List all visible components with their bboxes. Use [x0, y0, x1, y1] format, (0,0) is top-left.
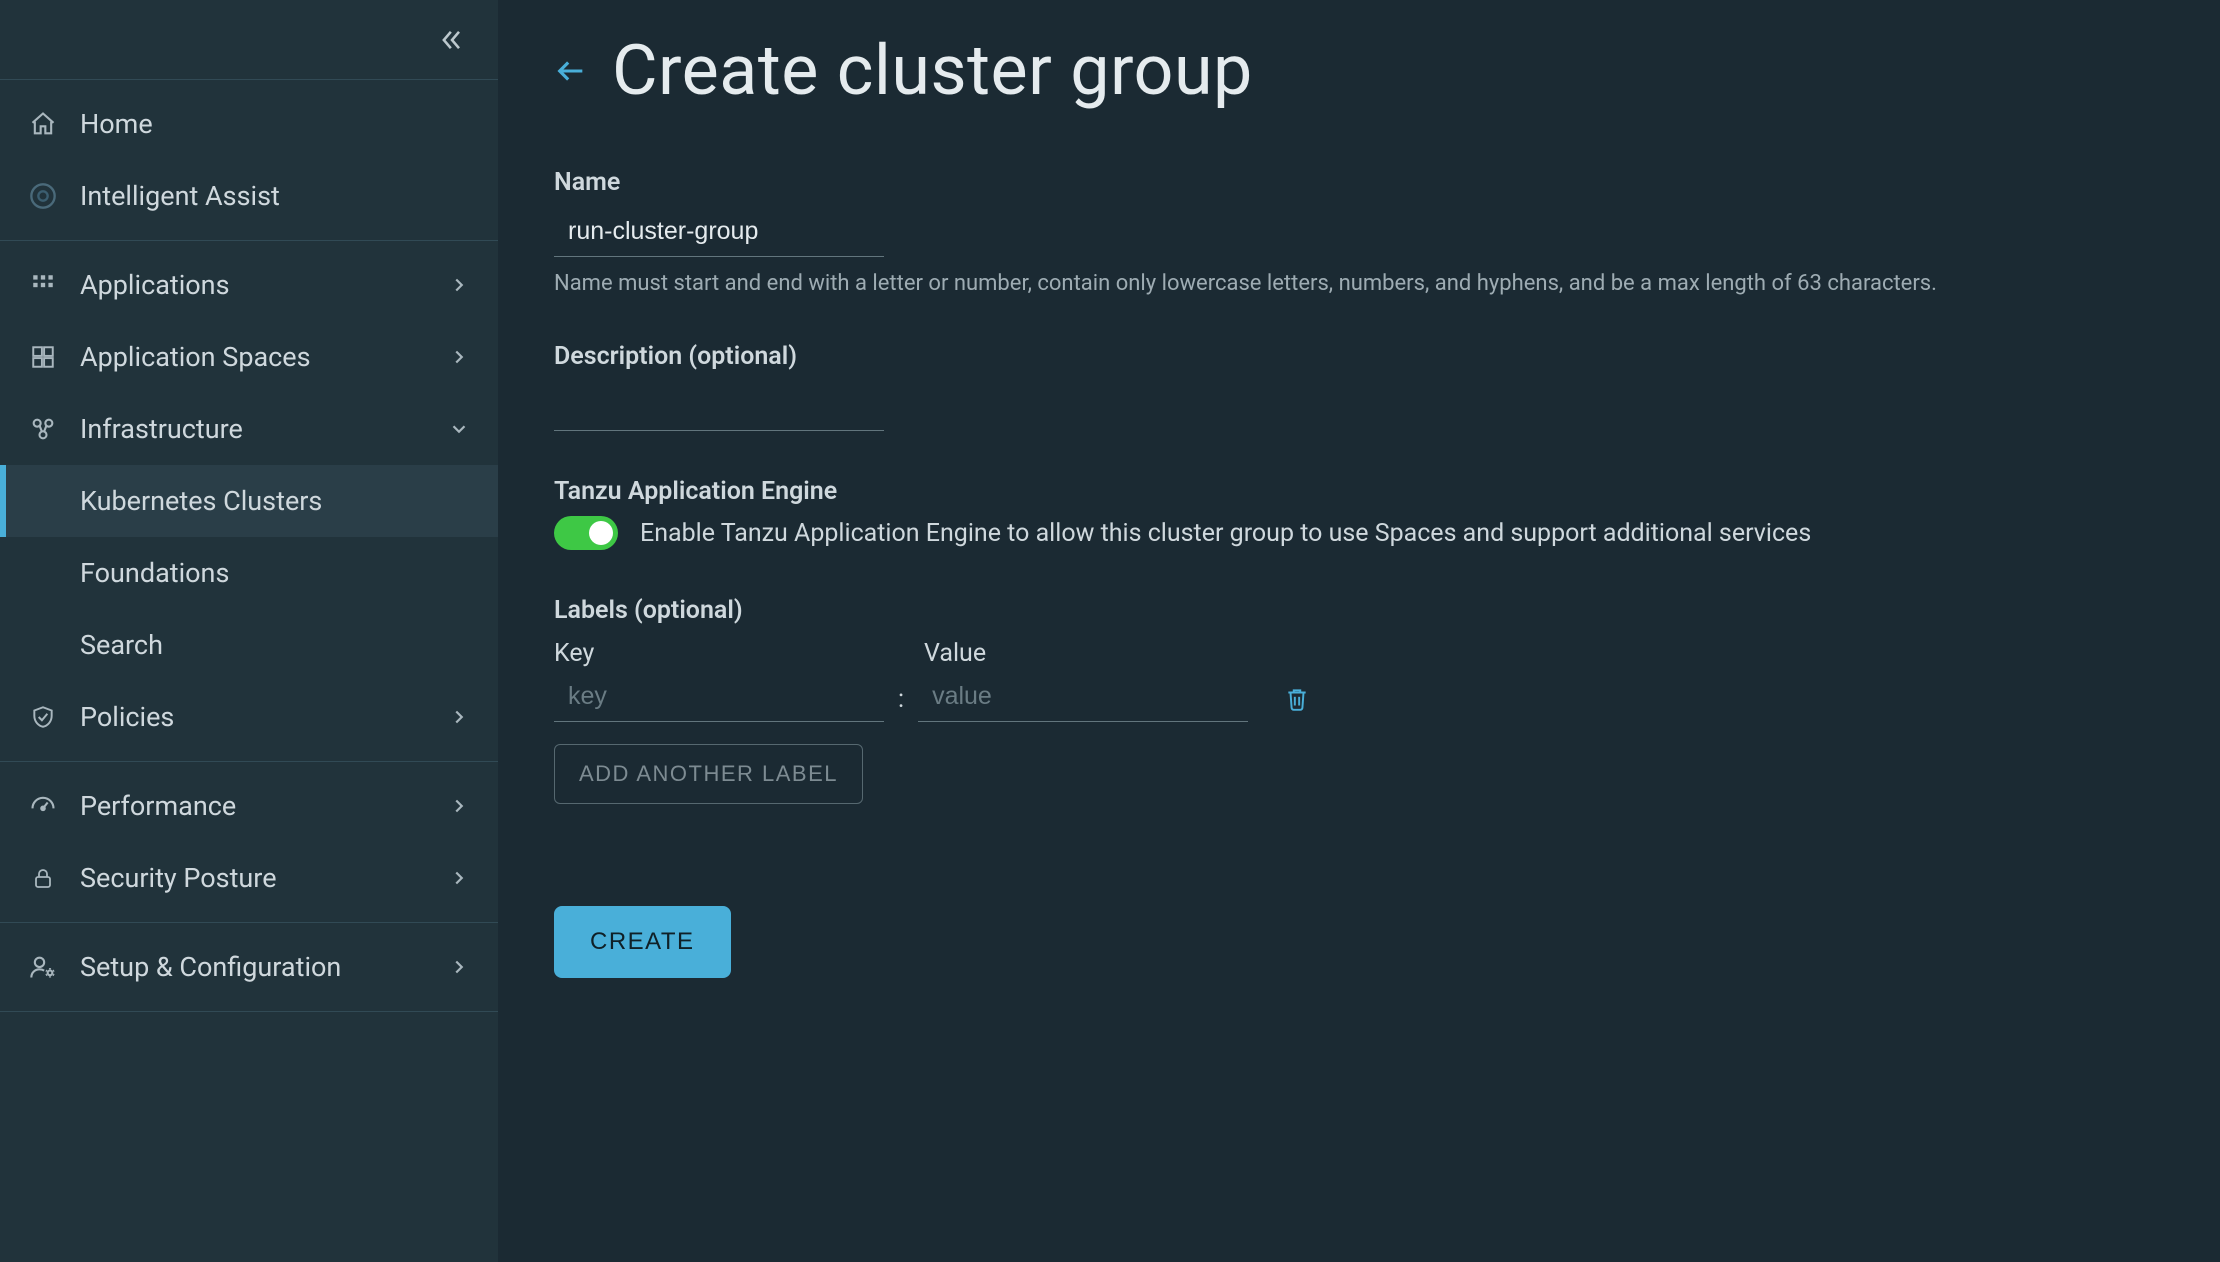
sidebar-item-label: Security Posture	[80, 862, 448, 894]
sidebar-item-policies[interactable]: Policies	[0, 681, 498, 753]
name-helper-text: Name must start and end with a letter or…	[554, 271, 2164, 296]
name-input[interactable]	[554, 207, 884, 257]
label-value-input[interactable]	[918, 672, 1248, 722]
home-icon	[28, 109, 58, 139]
sidebar-item-infra[interactable]: Infrastructure	[0, 393, 498, 465]
lock-icon	[28, 863, 58, 893]
sidebar-item-appspaces[interactable]: Application Spaces	[0, 321, 498, 393]
sidebar-item-home[interactable]: Home	[0, 88, 498, 160]
shield-icon	[28, 702, 58, 732]
sidebar-item-label: Applications	[80, 269, 448, 301]
sidebar-item-label: Policies	[80, 701, 448, 733]
delete-label-button[interactable]	[1280, 682, 1314, 716]
label-key-input[interactable]	[554, 672, 884, 722]
chevron-right-icon	[448, 274, 470, 296]
sidebar-item-label: Performance	[80, 790, 448, 822]
tae-toggle[interactable]	[554, 516, 618, 550]
sidebar-item-sec[interactable]: Security Posture	[0, 842, 498, 914]
back-arrow-icon[interactable]	[554, 54, 588, 88]
assist-icon	[28, 181, 58, 211]
chevron-right-icon	[448, 956, 470, 978]
description-field-group: Description (optional)	[554, 342, 2164, 431]
sidebar-item-label: Application Spaces	[80, 341, 448, 373]
tae-description-text: Enable Tanzu Application Engine to allow…	[640, 519, 1811, 548]
main-content: Create cluster group Name Name must star…	[498, 0, 2220, 1262]
chevron-right-icon	[448, 795, 470, 817]
sidebar: Home Intelligent Assist Applications Applic…	[0, 0, 498, 1262]
sidebar-item-setup[interactable]: Setup & Configuration	[0, 931, 498, 1003]
description-input[interactable]	[554, 381, 884, 431]
sidebar-item-label: Setup & Configuration	[80, 951, 448, 983]
create-button[interactable]: CREATE	[554, 906, 731, 978]
trash-icon	[1284, 686, 1310, 712]
tae-group: Tanzu Application Engine Enable Tanzu Ap…	[554, 477, 2164, 550]
chevron-down-icon	[448, 418, 470, 440]
sidebar-subitem-search[interactable]: Search	[0, 609, 498, 681]
sidebar-item-apps[interactable]: Applications	[0, 249, 498, 321]
sidebar-top	[0, 0, 498, 80]
sidebar-subitem-foundations[interactable]: Foundations	[0, 537, 498, 609]
sidebar-item-label: Intelligent Assist	[80, 180, 470, 212]
key-column-header: Key	[554, 639, 884, 668]
sidebar-item-assist[interactable]: Intelligent Assist	[0, 160, 498, 232]
sidebar-item-label: Infrastructure	[80, 413, 448, 445]
sidebar-subitem-k8s[interactable]: Kubernetes Clusters	[0, 465, 498, 537]
add-another-label-button[interactable]: ADD ANOTHER LABEL	[554, 744, 863, 804]
gauge-icon	[28, 791, 58, 821]
usercog-icon	[28, 952, 58, 982]
sidebar-item-perf[interactable]: Performance	[0, 770, 498, 842]
labels-heading: Labels (optional)	[554, 596, 2164, 625]
grid-icon	[28, 270, 58, 300]
collapse-sidebar-icon[interactable]	[438, 26, 466, 54]
page-title: Create cluster group	[612, 30, 1253, 112]
sidebar-item-label: Home	[80, 108, 470, 140]
label-row: :	[554, 672, 2164, 722]
labels-group: Labels (optional) Key Value :	[554, 596, 2164, 804]
kv-separator: :	[894, 685, 908, 722]
chevron-right-icon	[448, 706, 470, 728]
grid2-icon	[28, 342, 58, 372]
page-header: Create cluster group	[554, 30, 2164, 112]
tae-heading: Tanzu Application Engine	[554, 477, 2164, 506]
description-label: Description (optional)	[554, 342, 2164, 371]
value-column-header: Value	[924, 639, 1254, 668]
name-field-group: Name Name must start and end with a lett…	[554, 168, 2164, 296]
chevron-right-icon	[448, 346, 470, 368]
name-label: Name	[554, 168, 2164, 197]
chevron-right-icon	[448, 867, 470, 889]
nodes-icon	[28, 414, 58, 444]
